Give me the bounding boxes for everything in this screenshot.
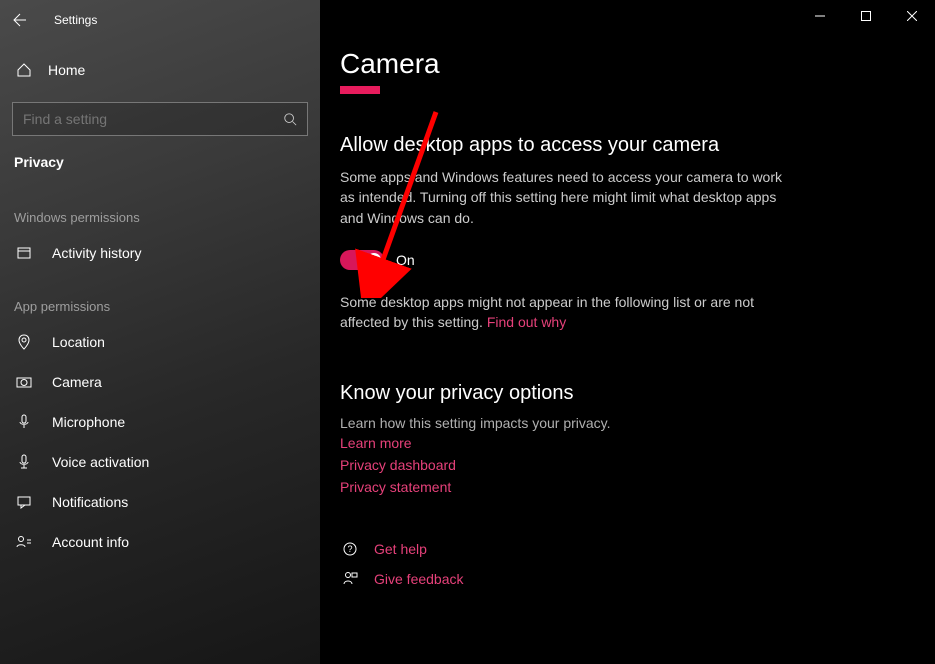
sidebar-item-camera[interactable]: Camera <box>0 362 320 402</box>
voice-activation-icon <box>14 454 34 470</box>
home-label: Home <box>48 62 85 78</box>
sidebar-item-home[interactable]: Home <box>0 50 320 90</box>
privacy-options-sub: Learn how this setting impacts your priv… <box>340 415 915 431</box>
sidebar-item-account-info[interactable]: Account info <box>0 522 320 562</box>
nav-label: Notifications <box>52 494 128 510</box>
desktop-camera-toggle[interactable] <box>340 250 384 270</box>
privacy-dashboard-link[interactable]: Privacy dashboard <box>340 457 456 473</box>
feedback-icon <box>340 571 360 587</box>
activity-history-icon <box>14 245 34 261</box>
find-out-why-link[interactable]: Find out why <box>487 314 566 330</box>
sidebar-item-notifications[interactable]: Notifications <box>0 482 320 522</box>
minimize-button[interactable] <box>797 0 843 32</box>
microphone-icon <box>14 414 34 430</box>
page-title: Camera <box>340 48 915 80</box>
category-label: Privacy <box>0 136 320 184</box>
main-panel: Camera Allow desktop apps to access your… <box>320 0 935 664</box>
sidebar-item-activity-history[interactable]: Activity history <box>0 233 320 273</box>
nav-label: Microphone <box>52 414 125 430</box>
maximize-button[interactable] <box>843 0 889 32</box>
nav-label: Voice activation <box>52 454 149 470</box>
accent-strip <box>340 86 380 94</box>
privacy-options-title: Know your privacy options <box>340 382 915 405</box>
toggle-state-label: On <box>396 252 415 268</box>
sidebar: Settings Home Privacy Windows permission… <box>0 0 320 664</box>
sidebar-item-voice-activation[interactable]: Voice activation <box>0 442 320 482</box>
search-input[interactable] <box>23 111 283 127</box>
window-title: Settings <box>54 13 97 27</box>
close-button[interactable] <box>889 0 935 32</box>
learn-more-link[interactable]: Learn more <box>340 435 412 451</box>
nav-label: Camera <box>52 374 102 390</box>
toggle-row: On <box>340 250 915 270</box>
nav-label: Location <box>52 334 105 350</box>
window-controls <box>797 0 935 32</box>
home-icon <box>14 62 34 78</box>
get-help-row[interactable]: ? Get help <box>340 541 915 557</box>
help-icon: ? <box>340 541 360 557</box>
account-info-icon <box>14 534 34 550</box>
back-button[interactable] <box>0 0 40 40</box>
notifications-icon <box>14 494 34 510</box>
nav-label: Activity history <box>52 245 141 261</box>
toggle-knob <box>367 253 381 267</box>
sidebar-item-microphone[interactable]: Microphone <box>0 402 320 442</box>
location-icon <box>14 334 34 350</box>
section-app-permissions: App permissions <box>0 273 320 322</box>
section-windows-permissions: Windows permissions <box>0 184 320 233</box>
sidebar-item-location[interactable]: Location <box>0 322 320 362</box>
give-feedback-row[interactable]: Give feedback <box>340 571 915 587</box>
allow-desktop-body: Some apps and Windows features need to a… <box>340 167 790 228</box>
privacy-statement-link[interactable]: Privacy statement <box>340 479 451 495</box>
nav-label: Account info <box>52 534 129 550</box>
get-help-link[interactable]: Get help <box>374 541 427 557</box>
give-feedback-link[interactable]: Give feedback <box>374 571 464 587</box>
search-box[interactable] <box>12 102 308 136</box>
back-arrow-icon <box>12 12 28 28</box>
search-icon <box>283 112 297 126</box>
allow-desktop-title: Allow desktop apps to access your camera <box>340 134 915 157</box>
svg-text:?: ? <box>347 544 352 554</box>
content: Camera Allow desktop apps to access your… <box>320 0 935 607</box>
camera-icon <box>14 374 34 390</box>
titlebar: Settings <box>0 0 320 40</box>
list-note: Some desktop apps might not appear in th… <box>340 292 790 333</box>
